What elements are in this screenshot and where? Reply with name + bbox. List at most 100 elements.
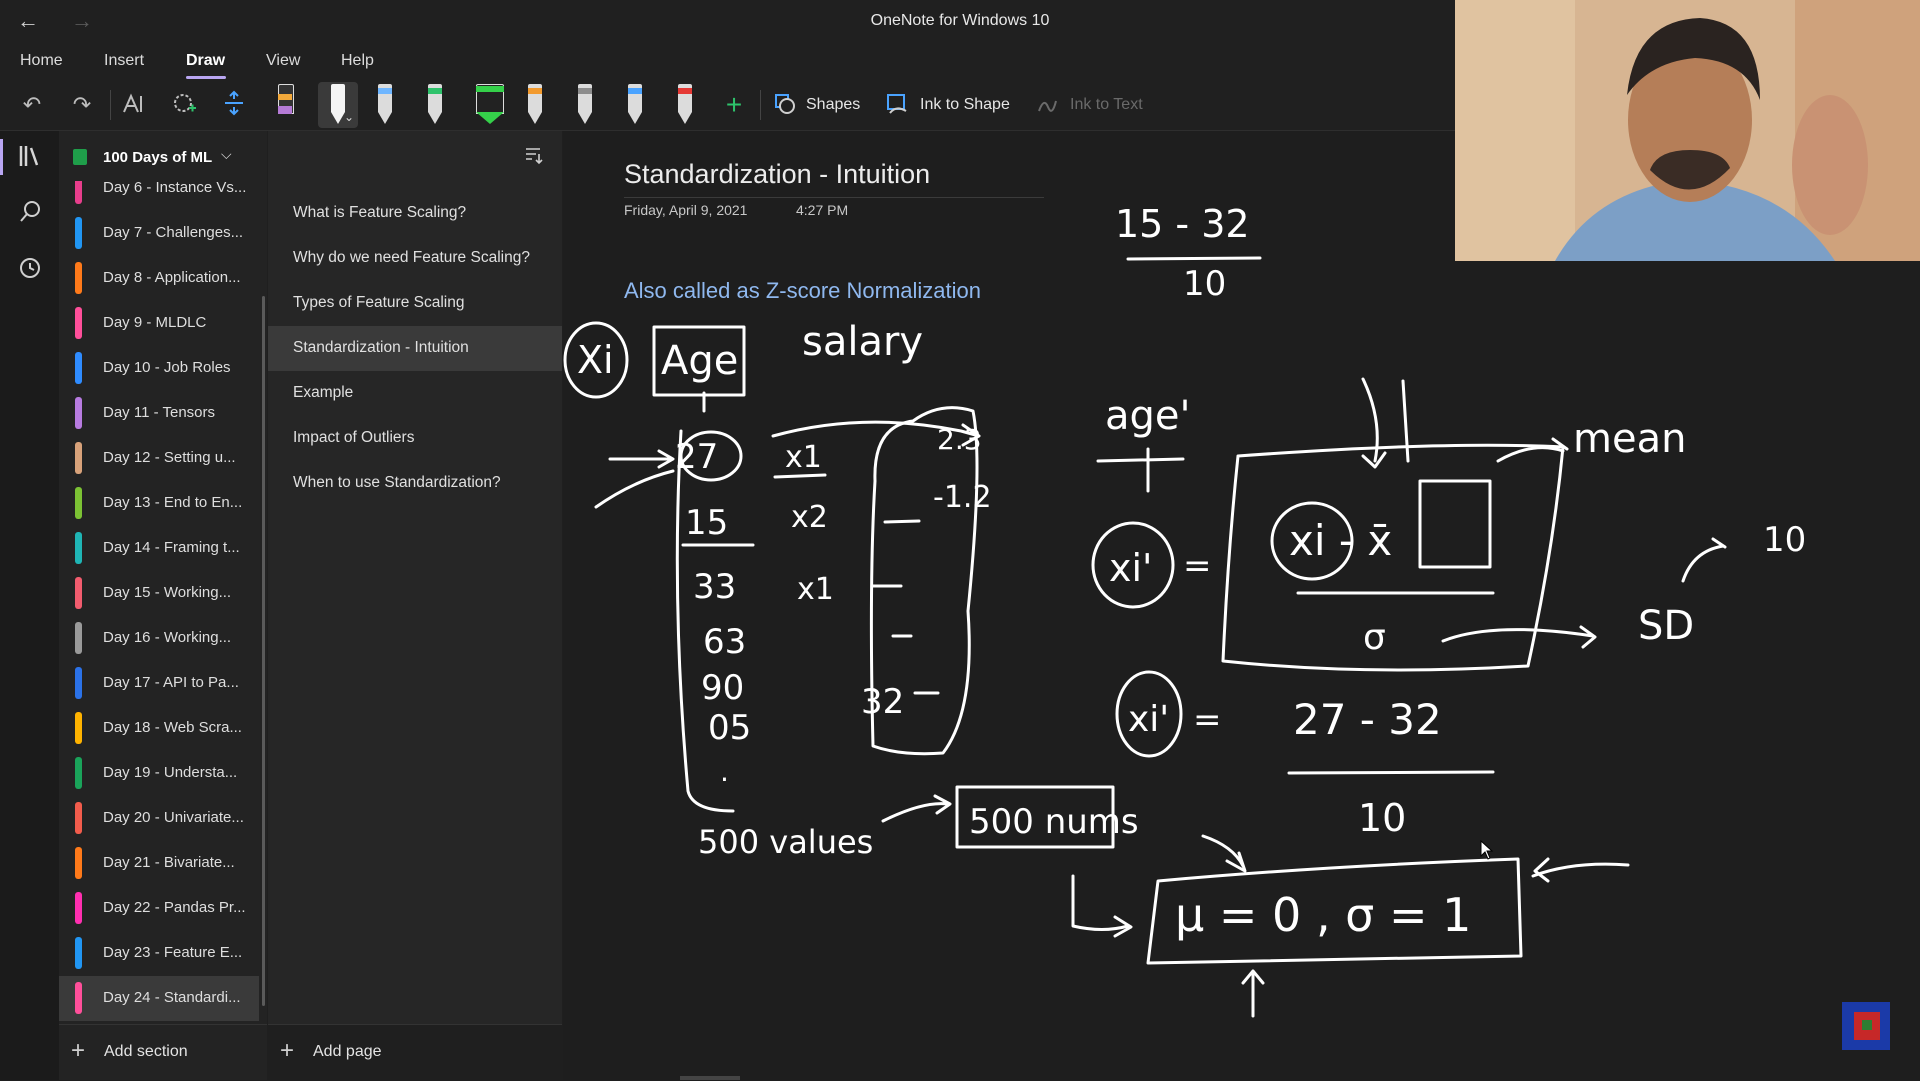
tab-draw[interactable]: Draw — [186, 52, 225, 70]
ink-mean-value: 32 — [861, 682, 904, 722]
ink-age-2: 33 — [693, 567, 736, 607]
eraser-select-icon[interactable] — [166, 88, 202, 122]
ink-to-text-button[interactable]: Ink to Text — [1070, 96, 1143, 114]
section-label: Day 8 - Application... — [103, 269, 241, 286]
ink-age-4: 90 — [701, 668, 744, 708]
ink-fraction-bottom: 10 — [1183, 264, 1226, 304]
ink-formula-den: σ — [1363, 617, 1386, 658]
tab-view[interactable]: View — [266, 52, 300, 70]
notebooks-icon[interactable] — [16, 143, 44, 171]
add-pen-plus-icon[interactable]: + — [716, 88, 752, 122]
ink-salary: salary — [802, 319, 923, 365]
ink-age: Age — [661, 338, 738, 384]
page-item[interactable]: Standardization - Intuition — [268, 326, 562, 371]
section-item[interactable]: Day 22 - Pandas Pr... — [59, 886, 259, 931]
section-item[interactable]: Day 15 - Working... — [59, 571, 259, 616]
tab-home[interactable]: Home — [20, 52, 63, 70]
section-item[interactable]: Day 20 - Univariate... — [59, 796, 259, 841]
tab-insert[interactable]: Insert — [104, 52, 144, 70]
page-item[interactable]: Types of Feature Scaling — [268, 281, 562, 326]
shapes-button[interactable]: Shapes — [806, 96, 860, 114]
section-item[interactable]: Day 13 - End to En... — [59, 481, 259, 526]
ink-formula-num: xi - x̄ — [1289, 516, 1392, 565]
section-item[interactable]: Day 17 - API to Pa... — [59, 661, 259, 706]
section-item[interactable]: Day 6 - Instance Vs... — [59, 181, 259, 211]
page-label: Why do we need Feature Scaling? — [293, 249, 530, 266]
navigation-rail — [0, 131, 59, 1080]
redo-icon[interactable]: ↷ — [64, 88, 100, 122]
section-item[interactable]: Day 7 - Challenges... — [59, 211, 259, 256]
search-icon[interactable] — [16, 199, 44, 227]
page-item[interactable]: Impact of Outliers — [268, 416, 562, 461]
ink-formula-box — [1221, 443, 1565, 672]
page-item[interactable]: Example — [268, 371, 562, 416]
section-item[interactable]: Day 10 - Job Roles — [59, 346, 259, 391]
pen-green-icon[interactable] — [420, 82, 450, 128]
ink-example-num: 27 - 32 — [1293, 695, 1442, 744]
ink-age-prime: age' — [1105, 393, 1191, 439]
pen-orange-icon[interactable] — [520, 82, 550, 128]
section-color-tab — [75, 667, 82, 699]
ink-sd-value: 10 — [1763, 520, 1806, 560]
section-color-tab — [75, 622, 82, 654]
tab-help[interactable]: Help — [341, 52, 374, 70]
ink-equals: = — [1183, 546, 1212, 586]
section-item[interactable]: Day 18 - Web Scra... — [59, 706, 259, 751]
section-item[interactable]: Day 24 - Standardi... — [59, 976, 259, 1021]
notebook-picker[interactable]: 100 Days of ML ⌵ — [59, 131, 267, 181]
ink-drawing-layer[interactable]: 15 - 32 10 Xi Age salary 27 15 33 63 90 … — [563, 131, 1920, 1080]
pen-red-icon[interactable] — [670, 82, 700, 128]
recent-icon[interactable] — [16, 255, 44, 283]
section-item[interactable]: Day 9 - MLDLC — [59, 301, 259, 346]
ink-to-shape-button[interactable]: Ink to Shape — [920, 96, 1010, 114]
section-item[interactable]: Day 23 - Feature E... — [59, 931, 259, 976]
highlighter-green-icon[interactable] — [470, 82, 510, 128]
section-label: Day 11 - Tensors — [103, 404, 215, 421]
section-label: Day 7 - Challenges... — [103, 224, 244, 241]
highlighter-orange-icon[interactable] — [270, 82, 300, 128]
section-label: Day 10 - Job Roles — [103, 359, 231, 376]
page-label: Types of Feature Scaling — [293, 294, 465, 311]
section-color-tab — [75, 757, 82, 789]
section-item[interactable]: Day 12 - Setting u... — [59, 436, 259, 481]
section-item[interactable]: Day 21 - Bivariate... — [59, 841, 259, 886]
section-color-tab — [75, 802, 82, 834]
ink-x-0: x1 — [785, 440, 822, 475]
page-label: What is Feature Scaling? — [293, 204, 467, 221]
ribbon-separator — [760, 90, 761, 120]
add-space-icon[interactable] — [216, 88, 252, 122]
shapes-icon — [775, 94, 795, 114]
sections-scrollbar[interactable] — [262, 296, 265, 1006]
rail-active-indicator — [0, 139, 3, 175]
sort-icon[interactable] — [522, 145, 544, 167]
pen-gray-icon[interactable] — [570, 82, 600, 128]
section-color-tab — [75, 712, 82, 744]
page-item[interactable]: Why do we need Feature Scaling? — [268, 236, 562, 281]
note-canvas[interactable]: Standardization - Intuition Friday, Apri… — [563, 131, 1920, 1080]
ink-right-0: 2.3 — [937, 423, 982, 456]
ink-x-2: x1 — [797, 572, 834, 607]
section-item[interactable]: Day 11 - Tensors — [59, 391, 259, 436]
pen-white-selected-icon[interactable]: ⌄ — [318, 82, 358, 128]
section-item[interactable]: Day 16 - Working... — [59, 616, 259, 661]
section-label: Day 18 - Web Scra... — [103, 719, 242, 736]
section-color-tab — [75, 307, 82, 339]
add-section-label: Add section — [104, 1043, 188, 1060]
ink-age-5: 05 — [708, 708, 751, 748]
section-label: Day 21 - Bivariate... — [103, 854, 235, 871]
pen-blue-icon[interactable] — [620, 82, 650, 128]
section-item[interactable]: Day 8 - Application... — [59, 256, 259, 301]
chevron-down-icon: ⌵ — [221, 146, 232, 162]
section-item[interactable]: Day 14 - Framing t... — [59, 526, 259, 571]
pen-light-blue-icon[interactable] — [370, 82, 400, 128]
ink-right-1: -1.2 — [933, 480, 992, 515]
lasso-select-icon[interactable] — [116, 88, 152, 122]
section-item[interactable]: Day 19 - Understa... — [59, 751, 259, 796]
section-label: Day 23 - Feature E... — [103, 944, 243, 961]
page-item[interactable]: When to use Standardization? — [268, 461, 562, 506]
page-item[interactable]: What is Feature Scaling? — [268, 191, 562, 236]
add-section-button[interactable]: + Add section — [59, 1024, 267, 1081]
canvas-horizontal-scrollbar[interactable] — [680, 1076, 740, 1080]
undo-icon[interactable]: ↶ — [14, 88, 50, 122]
add-page-button[interactable]: + Add page — [268, 1024, 562, 1081]
